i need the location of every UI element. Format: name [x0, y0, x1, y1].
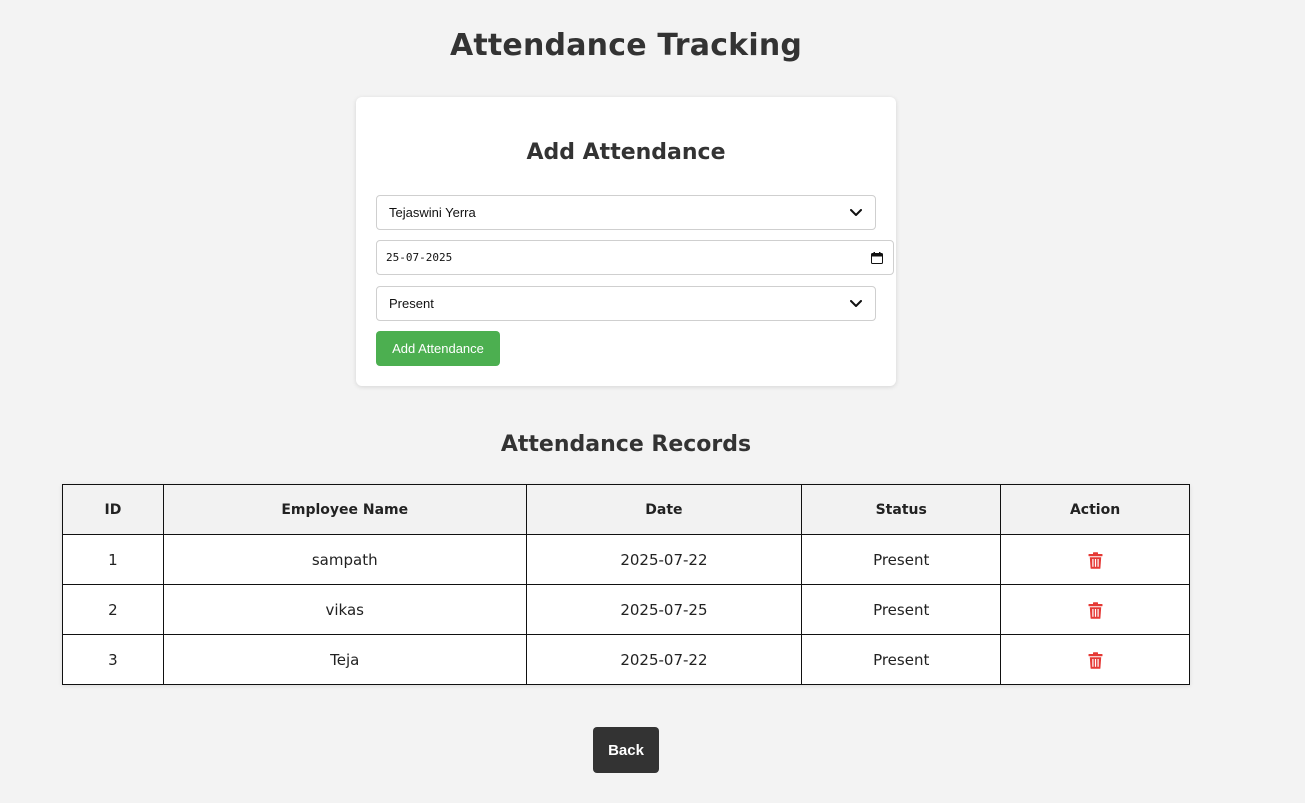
chevron-down-icon	[849, 206, 863, 220]
add-attendance-button[interactable]: Add Attendance	[376, 331, 500, 366]
cell-status: Present	[801, 534, 1002, 585]
cell-employee-name: sampath	[162, 534, 527, 585]
column-header-employee-name: Employee Name	[162, 484, 527, 535]
cell-status: Present	[801, 634, 1002, 685]
table-row: 1 sampath 2025-07-22 Present	[62, 534, 1190, 585]
table-row: 2 vikas 2025-07-25 Present	[62, 584, 1190, 635]
status-select[interactable]: Present	[376, 286, 876, 321]
cell-action	[1000, 634, 1190, 685]
cell-employee-name: Teja	[162, 634, 527, 685]
cell-date: 2025-07-22	[525, 534, 803, 585]
records-title: Attendance Records	[500, 432, 752, 457]
table-row: 3 Teja 2025-07-22 Present	[62, 634, 1190, 685]
cell-action	[1000, 534, 1190, 585]
calendar-icon[interactable]	[870, 251, 884, 265]
trash-icon[interactable]	[1088, 551, 1103, 569]
cell-id: 2	[62, 584, 164, 635]
column-header-action: Action	[1000, 484, 1190, 535]
column-header-date: Date	[525, 484, 803, 535]
form-title: Add Attendance	[526, 140, 726, 165]
trash-icon[interactable]	[1088, 651, 1103, 669]
column-header-id: ID	[62, 484, 164, 535]
page: Attendance Tracking Add Attendance Tejas…	[0, 0, 1305, 803]
cell-date: 2025-07-22	[525, 634, 803, 685]
status-select-value: Present	[389, 296, 434, 311]
cell-action	[1000, 584, 1190, 635]
cell-id: 3	[62, 634, 164, 685]
cell-status: Present	[801, 584, 1002, 635]
add-attendance-card: Add Attendance Tejaswini Yerra 25-07-202…	[356, 97, 896, 386]
cell-employee-name: vikas	[162, 584, 527, 635]
column-header-status: Status	[801, 484, 1002, 535]
employee-select[interactable]: Tejaswini Yerra	[376, 195, 876, 230]
back-button[interactable]: Back	[593, 727, 659, 773]
date-input-value: 25-07-2025	[386, 251, 453, 264]
chevron-down-icon	[849, 297, 863, 311]
cell-id: 1	[62, 534, 164, 585]
attendance-table: ID Employee Name Date Status Action 1 sa…	[62, 484, 1190, 685]
employee-select-value: Tejaswini Yerra	[389, 205, 476, 220]
trash-icon[interactable]	[1088, 601, 1103, 619]
page-title: Attendance Tracking	[449, 28, 803, 63]
table-header-row: ID Employee Name Date Status Action	[62, 484, 1190, 535]
cell-date: 2025-07-25	[525, 584, 803, 635]
date-input[interactable]: 25-07-2025	[376, 240, 894, 275]
